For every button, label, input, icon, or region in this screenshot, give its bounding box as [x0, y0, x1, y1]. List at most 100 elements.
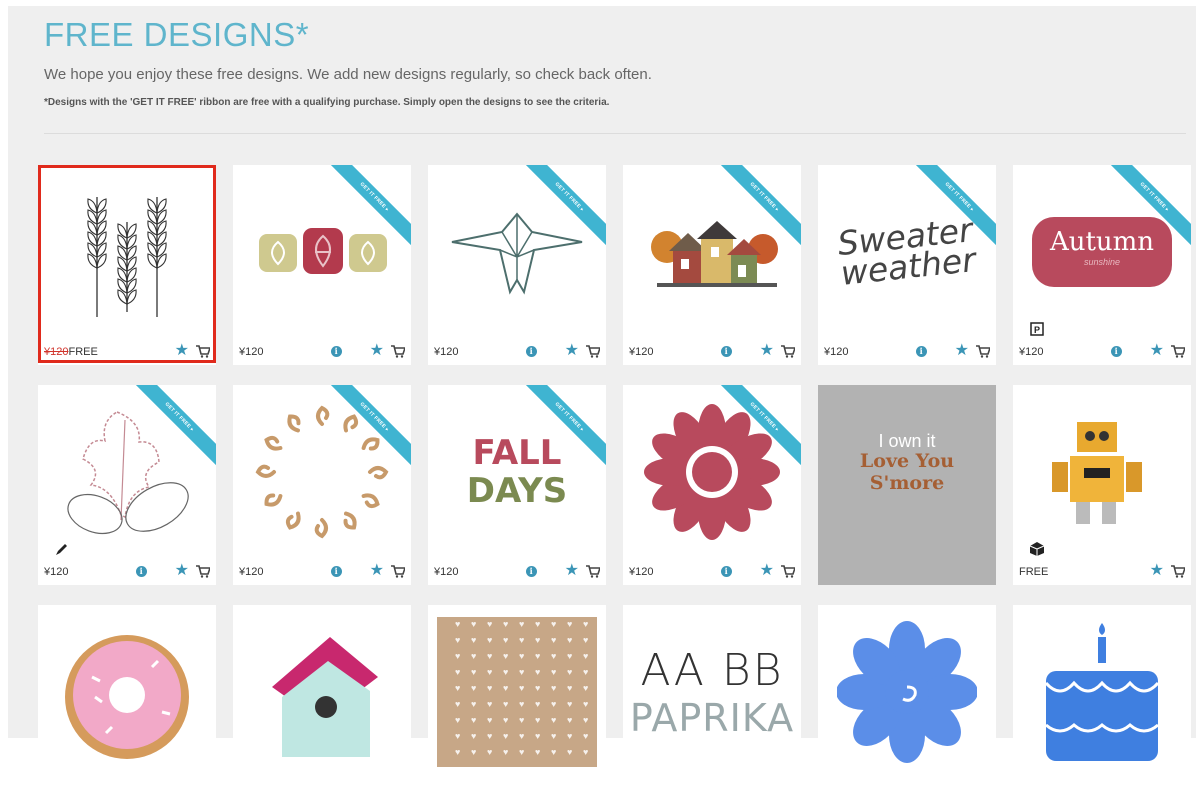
svg-text:♥: ♥ [471, 731, 476, 741]
svg-text:♥: ♥ [455, 747, 460, 757]
favorite-star-icon[interactable]: ★ [1150, 563, 1164, 579]
design-card-autumn-label[interactable]: Autumn sunshine GET IT FREE ▸ P ¥120 i ★ [1013, 165, 1191, 365]
add-to-cart-icon[interactable] [196, 344, 210, 358]
design-card-swirl-wreath[interactable]: GET IT FREE ▸ ¥120 i ★ [233, 385, 411, 585]
price-label: ¥120 [1019, 346, 1044, 358]
design-thumbnail[interactable] [827, 619, 987, 765]
add-to-cart-icon[interactable] [1171, 344, 1185, 358]
add-to-cart-icon[interactable] [586, 344, 600, 358]
card-actions: i ★ [1110, 343, 1185, 359]
favorite-star-icon[interactable]: ★ [565, 343, 579, 359]
svg-text:♥: ♥ [455, 651, 460, 661]
svg-text:♥: ♥ [567, 635, 572, 645]
design-card-wheat-stalks[interactable]: ¥120FREE ★ [38, 165, 216, 365]
info-icon[interactable]: i [330, 565, 342, 577]
svg-text:♥: ♥ [551, 731, 556, 741]
svg-text:♥: ♥ [567, 731, 572, 741]
card-actions: ★ [1150, 563, 1185, 579]
svg-text:♥: ♥ [567, 699, 572, 709]
svg-text:♥: ♥ [487, 667, 492, 677]
design-card-donut[interactable] [38, 605, 216, 805]
design-card-blue-flower[interactable] [818, 605, 996, 805]
favorite-star-icon[interactable]: ★ [175, 563, 189, 579]
svg-text:♥: ♥ [551, 715, 556, 725]
svg-text:♥: ♥ [487, 747, 492, 757]
design-card-robot-3d[interactable]: FREE ★ [1013, 385, 1191, 585]
svg-text:♥: ♥ [583, 699, 588, 709]
info-icon[interactable]: i [915, 345, 927, 357]
design-card-geometric-bird[interactable]: GET IT FREE ▸ ¥120 i ★ [428, 165, 606, 365]
design-thumbnail[interactable]: AA BB PAPRIKA [630, 619, 793, 765]
design-card-sweater-weather[interactable]: Sweater weather GET IT FREE ▸ ¥120 i ★ [818, 165, 996, 365]
add-to-cart-icon[interactable] [391, 344, 405, 358]
design-card-heart-pattern[interactable]: ♥ ♥ ♥ ♥ ♥ ♥ ♥ ♥ ♥ ♥ ♥ ♥ ♥ ♥ ♥ ♥ ♥ ♥ ♥ ♥ ♥ ♥ ♥ ♥ ♥ ♥ ♥ ♥ ♥ ♥ ♥ ♥ ♥ ♥ ♥ ♥ ♥ ♥ ♥ ♥… [428, 605, 606, 805]
favorite-star-icon[interactable]: ★ [760, 563, 774, 579]
design-card-leaf-tiles[interactable]: GET IT FREE ▸ ¥120 i ★ [233, 165, 411, 365]
design-thumbnail[interactable]: ♥ ♥ ♥ ♥ ♥ ♥ ♥ ♥ ♥ ♥ ♥ ♥ ♥ ♥ ♥ ♥ ♥ ♥ ♥ ♥ ♥ ♥ ♥ ♥ ♥ ♥ ♥ ♥ ♥ ♥ ♥ ♥ ♥ ♥ ♥ ♥ ♥ ♥ ♥ ♥… [437, 617, 597, 767]
svg-text:♥: ♥ [455, 699, 460, 709]
card-actions: i ★ [525, 343, 600, 359]
design-thumbnail[interactable] [47, 179, 207, 325]
design-card-smore-owned[interactable]: Love You S'more I own it [818, 385, 996, 585]
design-card-fall-days[interactable]: FALL DAYS GET IT FREE ▸ ¥120 i ★ [428, 385, 606, 585]
favorite-star-icon[interactable]: ★ [1150, 343, 1164, 359]
svg-text:♥: ♥ [503, 651, 508, 661]
card-actions: ★ [175, 343, 210, 359]
svg-text:♥: ♥ [455, 619, 460, 629]
design-card-flower-mandala[interactable]: GET IT FREE ▸ ¥120 i ★ [623, 385, 801, 585]
favorite-star-icon[interactable]: ★ [955, 343, 969, 359]
info-icon[interactable]: i [1110, 345, 1122, 357]
add-to-cart-icon[interactable] [976, 344, 990, 358]
add-to-cart-icon[interactable] [586, 564, 600, 578]
svg-text:♥: ♥ [471, 715, 476, 725]
add-to-cart-icon[interactable] [1171, 564, 1185, 578]
design-thumbnail[interactable]: Love You S'more [827, 399, 987, 545]
svg-text:♥: ♥ [503, 635, 508, 645]
favorite-star-icon[interactable]: ★ [370, 343, 384, 359]
design-thumbnail[interactable] [47, 619, 207, 765]
svg-text:♥: ♥ [503, 699, 508, 709]
add-to-cart-icon[interactable] [781, 564, 795, 578]
info-icon[interactable]: i [720, 565, 732, 577]
add-to-cart-icon[interactable] [781, 344, 795, 358]
favorite-star-icon[interactable]: ★ [760, 343, 774, 359]
svg-text:♥: ♥ [487, 635, 492, 645]
add-to-cart-icon[interactable] [391, 564, 405, 578]
design-card-oak-leaf[interactable]: GET IT FREE ▸ ¥120 i ★ [38, 385, 216, 585]
sale-price: FREE [68, 346, 98, 358]
price-label: ¥120 [434, 566, 459, 578]
card-actions: i ★ [135, 563, 210, 579]
price-label: ¥120 [239, 346, 264, 358]
info-icon[interactable]: i [720, 345, 732, 357]
svg-text:♥: ♥ [535, 619, 540, 629]
favorite-star-icon[interactable]: ★ [370, 563, 384, 579]
info-icon[interactable]: i [525, 345, 537, 357]
svg-text:♥: ♥ [567, 683, 572, 693]
svg-text:♥: ♥ [519, 747, 524, 757]
info-icon[interactable]: i [330, 345, 342, 357]
info-icon[interactable]: i [135, 565, 147, 577]
svg-text:♥: ♥ [471, 747, 476, 757]
svg-text:♥: ♥ [519, 667, 524, 677]
favorite-star-icon[interactable]: ★ [175, 343, 189, 359]
price-label: ¥120 [44, 566, 69, 578]
design-card-paprika-font[interactable]: AA BB PAPRIKA [623, 605, 801, 805]
design-thumbnail[interactable] [1022, 399, 1182, 545]
design-card-birthday-cake[interactable] [1013, 605, 1191, 805]
svg-text:♥: ♥ [583, 619, 588, 629]
svg-text:♥: ♥ [455, 731, 460, 741]
add-to-cart-icon[interactable] [196, 564, 210, 578]
favorite-star-icon[interactable]: ★ [565, 563, 579, 579]
svg-text:♥: ♥ [471, 683, 476, 693]
svg-text:♥: ♥ [455, 635, 460, 645]
svg-text:♥: ♥ [551, 651, 556, 661]
svg-text:♥: ♥ [583, 667, 588, 677]
design-card-birdhouse[interactable] [233, 605, 411, 805]
svg-text:♥: ♥ [487, 683, 492, 693]
divider [44, 133, 1186, 134]
design-thumbnail[interactable] [1022, 619, 1182, 765]
svg-text:♥: ♥ [519, 651, 524, 661]
design-thumbnail[interactable] [242, 619, 402, 765]
design-card-autumn-houses[interactable]: GET IT FREE ▸ ¥120 i ★ [623, 165, 801, 365]
info-icon[interactable]: i [525, 565, 537, 577]
